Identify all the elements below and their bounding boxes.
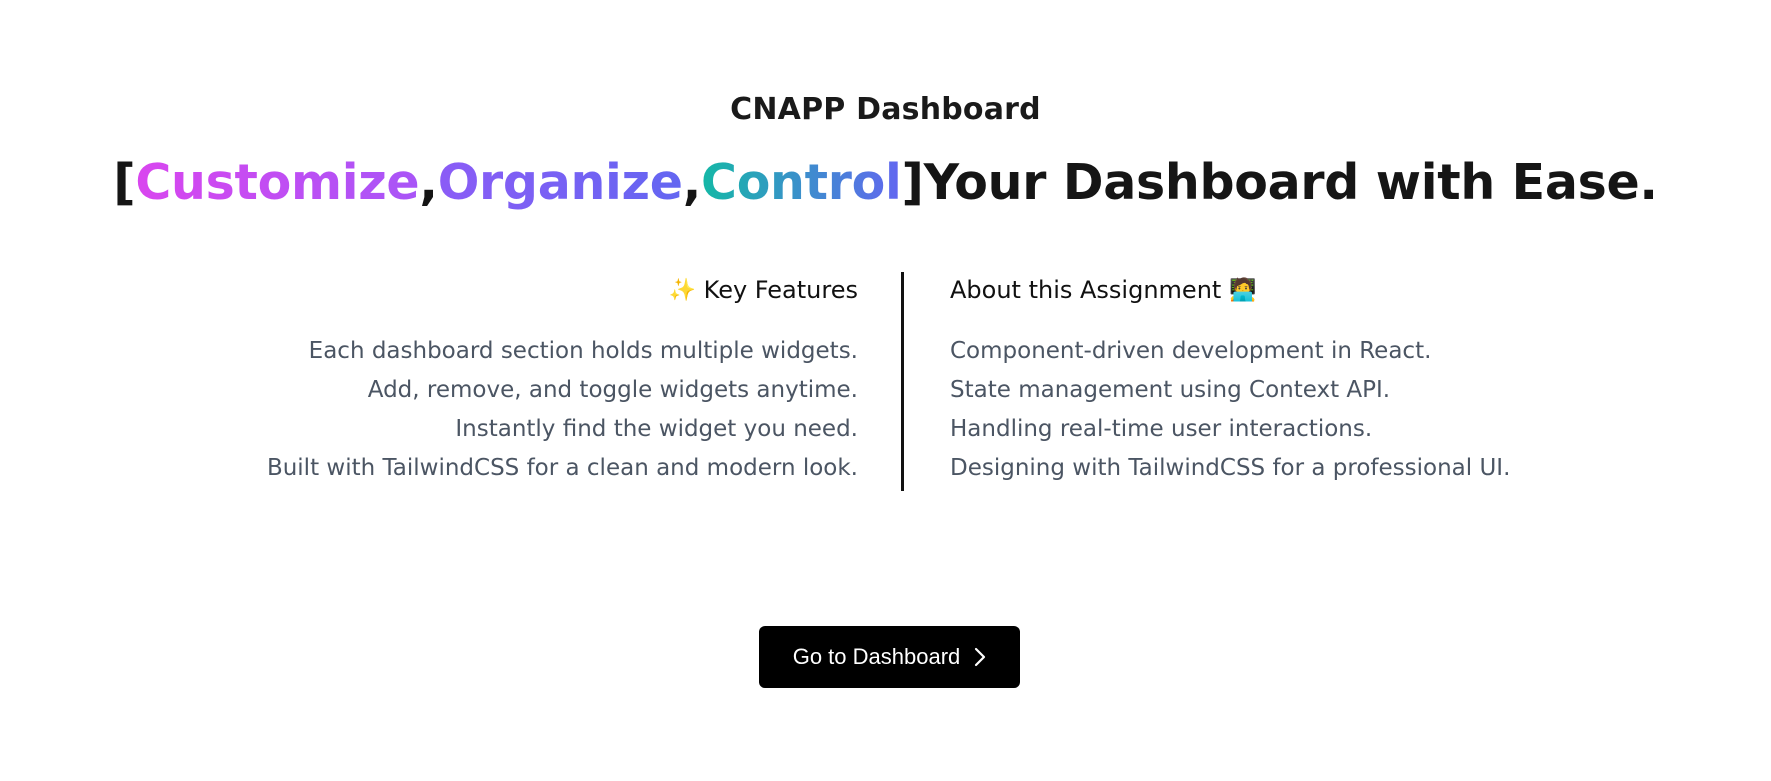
list-item: Component-driven development in React. [950, 338, 1432, 364]
about-title: About this Assignment [950, 276, 1222, 304]
headline-bracket-open: [ [113, 154, 136, 211]
headline-bracket-close: ] [901, 154, 924, 211]
landing-page: CNAPP Dashboard [Customize,Organize,Cont… [0, 0, 1771, 781]
about-list: Component-driven development in React. S… [950, 332, 1630, 488]
headline: [Customize,Organize,Control]Your Dashboa… [0, 154, 1771, 211]
list-item: Add, remove, and toggle widgets anytime. [367, 377, 858, 403]
headline-rest: Your Dashboard with Ease. [923, 154, 1658, 211]
about-heading: About this Assignment 🧑‍💻 [950, 272, 1630, 308]
list-item: Handling real-time user interactions. [950, 416, 1373, 442]
list-item: State management using Context API. [950, 377, 1391, 403]
go-to-dashboard-label: Go to Dashboard [792, 644, 961, 669]
headline-word-customize: Customize [135, 154, 420, 211]
key-features-section: ✨ Key Features Each dashboard section ho… [218, 272, 858, 488]
technologist-icon: 🧑‍💻 [1228, 278, 1257, 303]
headline-word-organize: Organize [437, 154, 683, 211]
list-item: Each dashboard section holds multiple wi… [308, 338, 858, 364]
list-item: Designing with TailwindCSS for a profess… [950, 455, 1511, 481]
go-to-dashboard-button[interactable]: Go to Dashboard [759, 626, 1020, 688]
headline-word-control: Control [701, 154, 902, 211]
list-item: Instantly find the widget you need. [455, 416, 858, 442]
key-features-heading: ✨ Key Features [218, 272, 858, 308]
headline-comma: , [682, 154, 702, 211]
key-features-list: Each dashboard section holds multiple wi… [218, 332, 858, 488]
chevron-right-icon [974, 647, 986, 667]
list-item: Built with TailwindCSS for a clean and m… [266, 455, 858, 481]
sparkles-icon: ✨ [668, 278, 697, 303]
headline-comma: , [419, 154, 438, 211]
key-features-title: Key Features [703, 276, 858, 304]
app-title: CNAPP Dashboard [730, 92, 1041, 127]
vertical-divider [901, 272, 904, 491]
about-section: About this Assignment 🧑‍💻 Component-driv… [950, 272, 1630, 488]
